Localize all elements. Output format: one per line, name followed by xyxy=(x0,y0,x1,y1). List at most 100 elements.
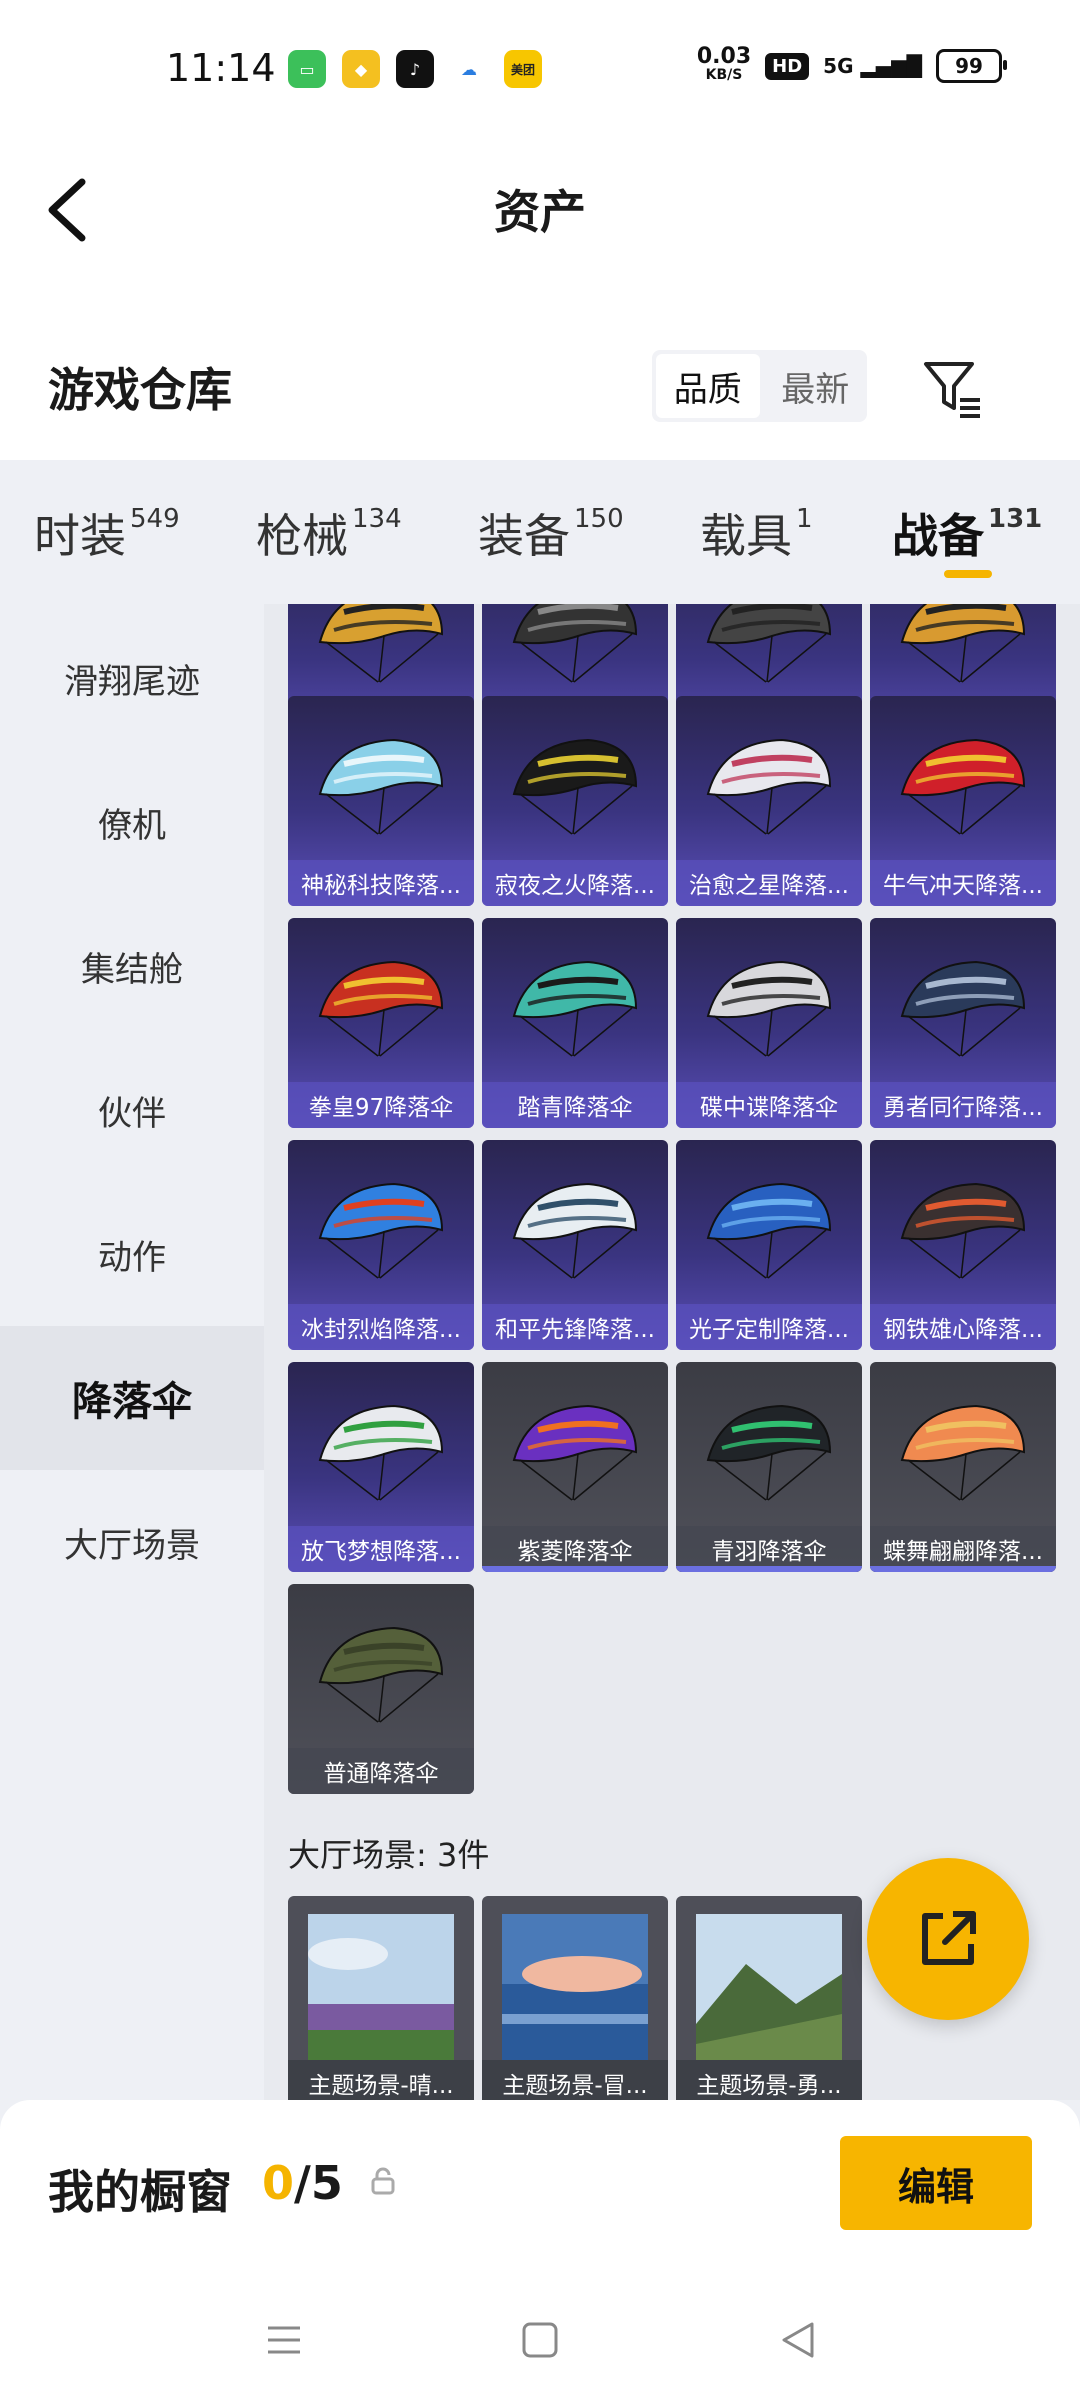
status-indicators: 0.03 KB/S HD 5G ▂▄▆█ 99 xyxy=(696,44,1007,84)
scene-label: 主题场景-晴... xyxy=(288,2060,474,2100)
active-tab-indicator xyxy=(944,570,992,578)
warehouse-header: 游戏仓库 品质 最新 xyxy=(0,320,1080,460)
parachute-label: 钢铁雄心降落... xyxy=(870,1304,1056,1350)
warehouse-title: 游戏仓库 xyxy=(48,363,232,417)
sidebar-item-emote[interactable]: 动作 xyxy=(0,1182,264,1326)
net-speed: 0.03 KB/S xyxy=(696,44,752,84)
hd-icon: HD xyxy=(765,52,810,80)
parachute-image xyxy=(512,1404,638,1501)
system-nav-bar xyxy=(0,2276,1080,2400)
parachute-card[interactable]: 治愈之星降落... xyxy=(676,696,862,906)
parachute-card[interactable]: 牛气冲天降落... xyxy=(870,696,1056,906)
scene-card[interactable]: 主题场景-冒... xyxy=(482,1896,668,2100)
sidebar-item-parachute[interactable]: 降落伞 xyxy=(0,1326,264,1470)
parachute-image xyxy=(318,960,444,1057)
parachute-card[interactable]: 蝶舞翩翩降落... xyxy=(870,1362,1056,1572)
sort-quality-button[interactable]: 品质 xyxy=(656,354,760,418)
status-bar: 11:14 ▭ ◆ ♪ ☁ 美团 0.03 KB/S HD 5G ▂▄▆█ 99 xyxy=(0,0,1080,140)
sidebar-item-lobby-scene[interactable]: 大厅场景 xyxy=(0,1470,264,1614)
parachute-card[interactable]: 寂夜之火降落... xyxy=(482,696,668,906)
parachute-label: 放飞梦想降落... xyxy=(288,1526,474,1572)
tiktok-app-icon: ♪ xyxy=(396,50,434,88)
home-nav-icon[interactable] xyxy=(520,2320,560,2360)
scene-card[interactable]: 主题场景-晴... xyxy=(288,1896,474,2100)
showcase-count: 0/5 xyxy=(262,2156,343,2210)
parachute-label: 碟中谍降落伞 xyxy=(676,1082,862,1128)
parachute-image xyxy=(900,1404,1026,1501)
parachute-image xyxy=(900,738,1026,835)
scene-thumbnail xyxy=(502,1914,648,2060)
scene-label: 主题场景-勇... xyxy=(676,2060,862,2100)
parachute-image xyxy=(706,738,832,835)
parachute-label: 踏青降落伞 xyxy=(482,1082,668,1128)
tab-guns[interactable]: 枪械 134 xyxy=(256,500,402,566)
parachute-label: 勇者同行降落... xyxy=(870,1082,1056,1128)
share-icon xyxy=(922,1911,976,1965)
parachute-label: 光子定制降落... xyxy=(676,1304,862,1350)
parachute-card[interactable]: 勇者同行降落... xyxy=(870,918,1056,1128)
parachute-card[interactable]: 紫菱降落伞 xyxy=(482,1362,668,1572)
scene-card[interactable]: 主题场景-勇... xyxy=(676,1896,862,2100)
scene-thumbnail xyxy=(308,1914,454,2060)
app-header: 资产 xyxy=(0,140,1080,320)
back-nav-icon[interactable] xyxy=(778,2320,818,2360)
sidebar-item-companion[interactable]: 伙伴 xyxy=(0,1038,264,1182)
showcase-label: 我的橱窗 xyxy=(48,2165,232,2219)
menu-nav-icon[interactable] xyxy=(264,2320,304,2360)
parachute-label: 冰封烈焰降落... xyxy=(288,1304,474,1350)
edit-button[interactable]: 编辑 xyxy=(840,2136,1032,2230)
parachute-label: 和平先锋降落... xyxy=(482,1304,668,1350)
parachute-image xyxy=(318,738,444,835)
parachute-image xyxy=(706,1404,832,1501)
parachute-image xyxy=(706,960,832,1057)
sort-toggle: 品质 最新 xyxy=(652,350,867,422)
wallet-app-icon: ◆ xyxy=(342,50,380,88)
parachute-image xyxy=(512,1182,638,1279)
parachute-card[interactable]: 和平先锋降落... xyxy=(482,1140,668,1350)
sidebar-item-wingman[interactable]: 僚机 xyxy=(0,750,264,894)
scene-thumbnail xyxy=(696,1914,842,2060)
parachute-card[interactable]: 光子定制降落... xyxy=(676,1140,862,1350)
share-button[interactable] xyxy=(867,1858,1029,2020)
sidebar-item-glide-trail[interactable]: 滑翔尾迹 xyxy=(0,606,264,750)
notification-icons: ▭ ◆ ♪ ☁ 美团 xyxy=(288,50,542,88)
parachute-label: 普通降落伞 xyxy=(288,1748,474,1794)
cloud-app-icon: ☁ xyxy=(450,50,488,88)
parachute-image xyxy=(900,960,1026,1057)
parachute-image xyxy=(318,604,444,683)
sort-latest-button[interactable]: 最新 xyxy=(764,350,868,422)
category-tabs: 时装 549 枪械 134 装备 150 载具 1 战备 131 xyxy=(0,460,1080,604)
parachute-card[interactable]: 神秘科技降落... xyxy=(288,696,474,906)
parachute-card[interactable]: 青羽降落伞 xyxy=(676,1362,862,1572)
parachute-image xyxy=(706,604,832,683)
sidebar-item-pod[interactable]: 集结舱 xyxy=(0,894,264,1038)
scene-label: 主题场景-冒... xyxy=(482,2060,668,2100)
signal-icon: 5G ▂▄▆█ xyxy=(823,54,922,78)
filter-icon[interactable] xyxy=(920,356,986,422)
page-title: 资产 xyxy=(494,185,586,239)
clock: 11:14 xyxy=(166,46,276,90)
parachute-image xyxy=(706,1182,832,1279)
tab-vehicles[interactable]: 载具 1 xyxy=(700,500,813,566)
parachute-image xyxy=(512,960,638,1057)
battery-icon: 99 xyxy=(936,49,1007,83)
parachute-card[interactable]: 冰封烈焰降落... xyxy=(288,1140,474,1350)
tab-combat-gear[interactable]: 战备 131 xyxy=(892,500,1042,566)
parachute-label: 牛气冲天降落... xyxy=(870,860,1056,906)
meituan-app-icon: 美团 xyxy=(504,50,542,88)
parachute-card[interactable]: 普通降落伞 xyxy=(288,1584,474,1794)
quality-bar xyxy=(870,1566,1056,1572)
parachute-card[interactable]: 钢铁雄心降落... xyxy=(870,1140,1056,1350)
parachute-label: 神秘科技降落... xyxy=(288,860,474,906)
parachute-label: 寂夜之火降落... xyxy=(482,860,668,906)
parachute-card[interactable]: 放飞梦想降落... xyxy=(288,1362,474,1572)
quality-bar xyxy=(676,1566,862,1572)
tab-fashion[interactable]: 时装 549 xyxy=(34,500,180,566)
parachute-image xyxy=(900,1182,1026,1279)
tab-equipment[interactable]: 装备 150 xyxy=(478,500,624,566)
parachute-image xyxy=(512,738,638,835)
parachute-image xyxy=(512,604,638,683)
parachute-card[interactable]: 拳皇97降落伞 xyxy=(288,918,474,1128)
parachute-card[interactable]: 碟中谍降落伞 xyxy=(676,918,862,1128)
parachute-card[interactable]: 踏青降落伞 xyxy=(482,918,668,1128)
